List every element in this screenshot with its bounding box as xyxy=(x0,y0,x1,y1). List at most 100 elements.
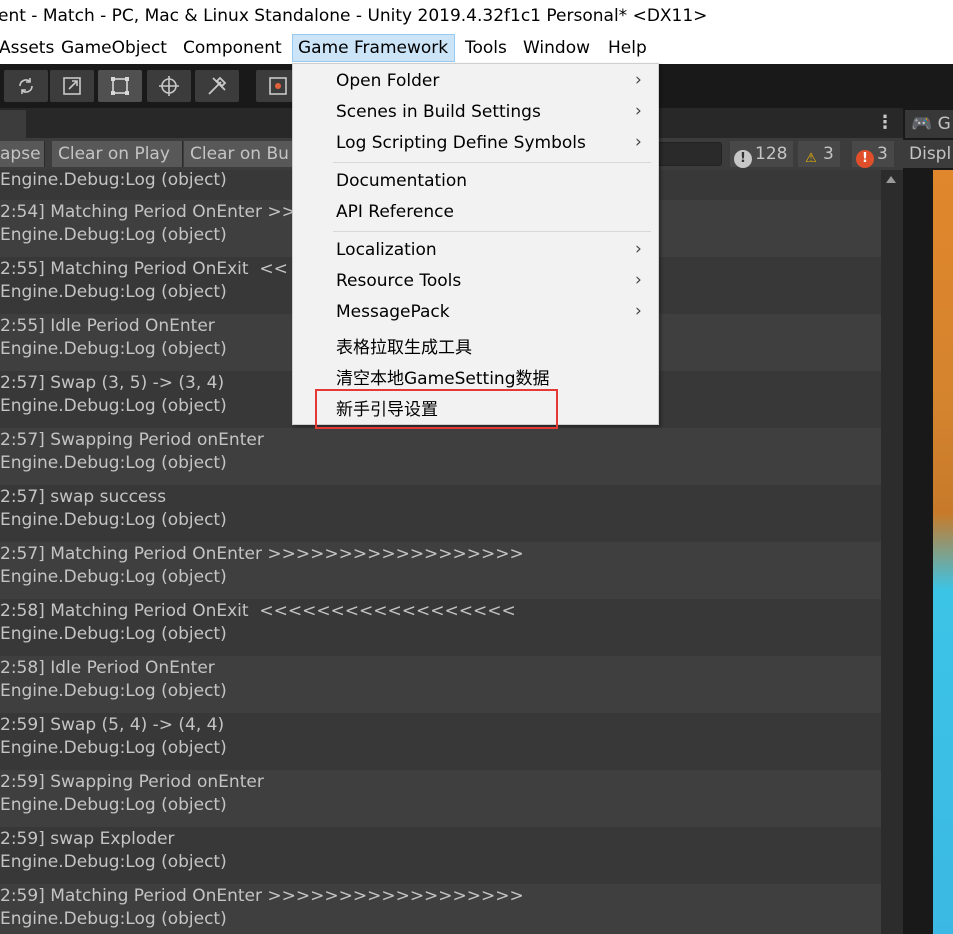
game-tab-label: G xyxy=(937,114,951,134)
menu-item-label: API Reference xyxy=(336,202,454,222)
menu-item-label: Log Scripting Define Symbols xyxy=(336,133,586,153)
menu-gameobject[interactable]: GameObject xyxy=(61,38,167,58)
info-icon: ! xyxy=(734,150,752,168)
menu-item-label: Resource Tools xyxy=(336,271,462,291)
chevron-right-icon: › xyxy=(635,270,642,290)
log-entry[interactable]: 2:59] Matching Period OnEnter >>>>>>>>>>… xyxy=(0,884,881,934)
transform-tool-button[interactable] xyxy=(147,70,191,102)
menu-item-scenes-in-build-settings[interactable]: Scenes in Build Settings › xyxy=(293,98,658,128)
log-trace: Engine.Debug:Log (object) xyxy=(0,795,227,815)
menu-bar: Assets GameObject Component Game Framewo… xyxy=(0,34,953,64)
log-trace: Engine.Debug:Log (object) xyxy=(0,396,227,416)
log-entry[interactable]: 2:59] Swapping Period onEnter Engine.Debu… xyxy=(0,770,881,827)
error-count: 3 xyxy=(877,144,888,164)
rotate-tool-button[interactable] xyxy=(4,70,48,102)
log-count-toggle[interactable]: ! 128 xyxy=(730,141,794,168)
log-trace: Engine.Debug:Log (object) xyxy=(0,339,227,359)
log-message: 2:54] Matching Period OnEnter >> xyxy=(0,202,296,222)
menu-item-resource-tools[interactable]: Resource Tools › xyxy=(293,267,658,297)
menu-item-clear-gamesetting-data[interactable]: 清空本地GameSetting数据 xyxy=(293,360,658,390)
pivot-icon xyxy=(269,77,287,95)
log-trace: Engine.Debug:Log (object) xyxy=(0,510,227,530)
menu-separator xyxy=(333,162,651,163)
log-entry[interactable]: 2:57] Matching Period OnEnter >>>>>>>>>>… xyxy=(0,542,881,599)
menu-item-localization[interactable]: Localization › xyxy=(293,236,658,266)
scale-icon xyxy=(63,77,81,95)
log-entry[interactable]: 2:57] Swapping Period onEnter Engine.Debu… xyxy=(0,428,881,485)
log-trace: Engine.Debug:Log (object) xyxy=(0,453,227,473)
collapse-button[interactable]: apse xyxy=(0,141,45,167)
game-framework-menu: Open Folder › Scenes in Build Settings › L… xyxy=(292,63,659,425)
more-options-icon[interactable]: ⋮ xyxy=(876,112,894,133)
rotate-icon xyxy=(19,78,33,94)
menu-item-messagepack[interactable]: MessagePack › xyxy=(293,298,658,328)
menu-item-label: Documentation xyxy=(336,171,468,191)
menu-item-documentation[interactable]: Documentation xyxy=(293,167,658,197)
window-title-bar: ent - Match - PC, Mac & Linux Standalone… xyxy=(0,0,953,34)
chevron-right-icon: › xyxy=(635,101,642,121)
log-message: 2:57] Swapping Period onEnter xyxy=(0,430,264,450)
menu-item-label: Open Folder xyxy=(336,71,440,91)
scroll-up-icon[interactable] xyxy=(886,176,896,183)
menu-item-open-folder[interactable]: Open Folder › xyxy=(293,67,658,97)
log-message: 2:59] Matching Period OnEnter >>>>>>>>>>… xyxy=(0,886,524,906)
log-entry[interactable]: 2:57] swap success Engine.Debug:Log (obje… xyxy=(0,485,881,542)
log-message: 2:55] Idle Period OnEnter xyxy=(0,316,215,336)
log-entry[interactable]: 2:58] Matching Period OnExit <<<<<<<<<<<… xyxy=(0,599,881,656)
menu-item-label: 表格拉取生成工具 xyxy=(336,338,472,358)
menu-item-log-scripting-define-symbols[interactable]: Log Scripting Define Symbols › xyxy=(293,129,658,159)
log-entry[interactable]: 2:58] Idle Period OnEnter Engine.Debug:Lo… xyxy=(0,656,881,713)
error-count-toggle[interactable]: ! 3 xyxy=(852,141,894,168)
log-message: 2:57] swap success xyxy=(0,487,167,507)
log-entry[interactable]: 2:59] Swap (5, 4) -> (4, 4) Engine.Debug:… xyxy=(0,713,881,770)
menu-game-framework[interactable]: Game Framework xyxy=(292,34,456,62)
pivot-toggle-button[interactable] xyxy=(256,70,296,102)
log-trace: Engine.Debug:Log (object) xyxy=(0,681,227,701)
display-dropdown[interactable]: Displ xyxy=(903,140,953,168)
log-trace: Engine.Debug:Log (object) xyxy=(0,909,227,929)
menu-help[interactable]: Help xyxy=(608,38,647,58)
chevron-right-icon: › xyxy=(635,132,642,152)
menu-item-table-pull-tool[interactable]: 表格拉取生成工具 xyxy=(293,329,658,359)
warning-count-toggle[interactable]: ⚠ 3 xyxy=(798,141,840,167)
log-trace: Engine.Debug:Log (object) xyxy=(0,282,227,302)
scale-tool-button[interactable] xyxy=(50,70,94,102)
chevron-right-icon: › xyxy=(635,239,642,259)
menu-window[interactable]: Window xyxy=(523,38,590,58)
log-message: 2:57] Matching Period OnEnter >>>>>>>>>>… xyxy=(0,544,524,564)
clear-on-build-button[interactable]: Clear on Bu xyxy=(184,141,297,167)
log-trace: Engine.Debug:Log (object) xyxy=(0,738,227,758)
transform-icon xyxy=(159,76,179,96)
console-scrollbar[interactable] xyxy=(881,170,903,934)
log-entry[interactable]: 2:59] swap Exploder Engine.Debug:Log (obj… xyxy=(0,827,881,884)
menu-tools[interactable]: Tools xyxy=(465,38,507,58)
log-message: 2:59] Swapping Period onEnter xyxy=(0,772,264,792)
custom-tool-button[interactable] xyxy=(195,70,239,102)
rect-tool-button[interactable] xyxy=(98,70,142,102)
log-message: 2:58] Matching Period OnExit <<<<<<<<<<<… xyxy=(0,601,516,621)
clear-on-play-button[interactable]: Clear on Play xyxy=(52,141,183,167)
error-icon: ! xyxy=(856,150,874,168)
game-panel: 🎮 G Displ xyxy=(903,108,953,934)
menu-assets[interactable]: Assets xyxy=(0,38,54,58)
chevron-right-icon: › xyxy=(635,70,642,90)
gamepad-icon: 🎮 xyxy=(911,114,933,134)
log-trace: Engine.Debug:Log (object) xyxy=(0,170,227,190)
menu-item-label: 清空本地GameSetting数据 xyxy=(336,369,550,389)
menu-item-api-reference[interactable]: API Reference xyxy=(293,198,658,228)
log-trace: Engine.Debug:Log (object) xyxy=(0,624,227,644)
log-message: 2:59] Swap (5, 4) -> (4, 4) xyxy=(0,715,225,735)
chevron-right-icon: › xyxy=(635,301,642,321)
console-tab[interactable] xyxy=(0,110,26,138)
console-search-input[interactable] xyxy=(656,142,722,166)
log-message: 2:59] swap Exploder xyxy=(0,829,175,849)
highlight-box xyxy=(315,389,558,429)
menu-component[interactable]: Component xyxy=(183,38,282,58)
tools-icon xyxy=(208,76,227,95)
game-view[interactable] xyxy=(933,170,953,934)
game-tab[interactable]: 🎮 G xyxy=(905,110,953,138)
menu-separator xyxy=(333,231,651,232)
warning-icon: ⚠ xyxy=(805,151,817,166)
window-title: ent - Match - PC, Mac & Linux Standalone… xyxy=(0,6,708,26)
log-count: 128 xyxy=(755,144,788,164)
